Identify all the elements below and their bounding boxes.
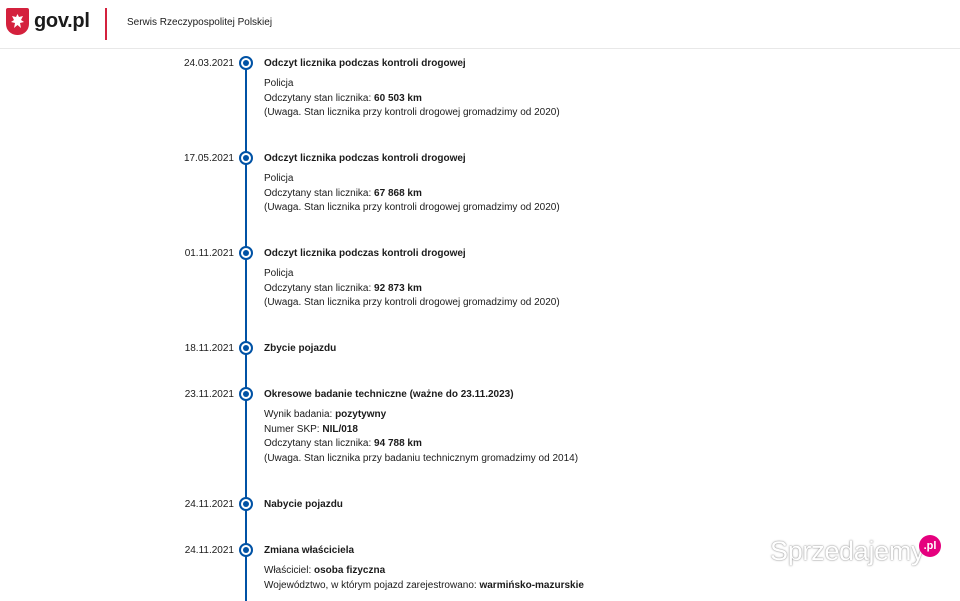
mileage-value: 94 788 km [374, 438, 422, 449]
event-title: Odczyt licznika podczas kontroli drogowe… [264, 153, 466, 164]
timeline-dot-icon [239, 56, 253, 70]
owner-value: osoba fizyczna [314, 565, 386, 576]
timeline-dot-icon [239, 246, 253, 260]
site-header: gov.pl Serwis Rzeczypospolitej Polskiej [0, 0, 960, 49]
event-date: 01.11.2021 [184, 248, 234, 259]
watermark-badge: .pl [919, 535, 941, 557]
timeline-dot-icon [239, 387, 253, 401]
mileage-line: Odczytany stan licznika: 92 873 km [264, 282, 560, 297]
event-note: (Uwaga. Stan licznika przy kontroli drog… [264, 202, 560, 213]
timeline-dot-icon [239, 341, 253, 355]
event-date: 23.11.2021 [184, 389, 234, 400]
mileage-value: 92 873 km [374, 282, 422, 294]
brand-name: gov.pl [34, 10, 90, 32]
result-value: pozytywny [335, 409, 387, 420]
skp-line: Numer SKP: NIL/018 [264, 423, 578, 438]
region-value: warmińsko-mazurskie [479, 579, 584, 591]
event-content: Odczyt licznika podczas kontroli drogowe… [264, 57, 560, 121]
watermark-text: Sprzedajemy [770, 536, 925, 566]
skp-label: Numer SKP: [264, 423, 320, 435]
mileage-label: Odczytany stan licznika: [264, 282, 372, 294]
timeline-dot-icon [239, 151, 253, 165]
timeline-line [245, 61, 247, 601]
mileage-label: Odczytany stan licznika: [264, 92, 372, 104]
event-note: (Uwaga. Stan licznika przy badaniu techn… [264, 452, 579, 464]
header-divider [105, 8, 107, 40]
event-content: Odczyt licznika podczas kontroli drogowe… [264, 247, 560, 311]
event-source: Policja [264, 173, 294, 184]
event-content: Nabycie pojazdu [264, 498, 343, 511]
event-content: Zmiana właściciela Właściciel: osoba fiz… [264, 544, 584, 593]
event-title: Nabycie pojazdu [264, 499, 343, 510]
event-title: Odczyt licznika podczas kontroli drogowe… [264, 58, 466, 69]
event-date: 17.05.2021 [183, 153, 234, 164]
event-content: Odczyt licznika podczas kontroli drogowe… [264, 152, 560, 216]
region-label: Województwo, w którym pojazd zarejestrow… [264, 579, 477, 591]
event-date: 24.11.2021 [184, 499, 234, 510]
event-note: (Uwaga. Stan licznika przy kontroli drog… [264, 107, 560, 118]
timeline-dot-icon [239, 543, 253, 557]
event-title: Zmiana właściciela [264, 545, 355, 556]
mileage-label: Odczytany stan licznika: [264, 187, 372, 199]
eagle-emblem-icon [6, 8, 29, 35]
event-details: Wynik badania: pozytywny Numer SKP: NIL/… [264, 408, 578, 466]
event-date: 24.03.2021 [183, 58, 234, 69]
mileage-value: 67 868 km [374, 187, 422, 199]
result-label: Wynik badania: [264, 409, 333, 420]
service-name: Serwis Rzeczypospolitej Polskiej [127, 17, 273, 28]
owner-label: Właściciel: [264, 565, 312, 576]
owner-line: Właściciel: osoba fizyczna [264, 564, 584, 579]
mileage-line: Odczytany stan licznika: 94 788 km [264, 437, 578, 452]
event-source: Policja [264, 268, 294, 279]
mileage-value: 60 503 km [374, 92, 422, 104]
event-title: Odczyt licznika podczas kontroli drogowe… [264, 248, 466, 259]
event-note: (Uwaga. Stan licznika przy kontroli drog… [264, 297, 560, 308]
event-details: Policja Odczytany stan licznika: 67 868 … [264, 172, 560, 216]
event-details: Policja Odczytany stan licznika: 92 873 … [264, 267, 560, 311]
mileage-line: Odczytany stan licznika: 60 503 km [264, 92, 560, 107]
event-source: Policja [264, 78, 294, 89]
event-content: Okresowe badanie techniczne (ważne do 23… [264, 388, 578, 466]
mileage-label: Odczytany stan licznika: [264, 438, 372, 449]
event-title: Zbycie pojazdu [264, 343, 337, 354]
mileage-line: Odczytany stan licznika: 67 868 km [264, 187, 560, 202]
result-line: Wynik badania: pozytywny [264, 408, 578, 423]
region-line: Województwo, w którym pojazd zarejestrow… [264, 579, 584, 594]
event-date: 24.11.2021 [184, 545, 234, 556]
event-content: Zbycie pojazdu [264, 342, 336, 355]
gov-pl-logo[interactable]: gov.pl [6, 8, 90, 35]
timeline-dot-icon [239, 497, 253, 511]
event-date: 18.11.2021 [184, 343, 234, 354]
skp-value: NIL/018 [322, 423, 358, 435]
event-details: Policja Odczytany stan licznika: 60 503 … [264, 77, 560, 121]
event-title: Okresowe badanie techniczne (ważne do 23… [264, 389, 514, 400]
event-details: Właściciel: osoba fizyczna Województwo, … [264, 564, 584, 593]
